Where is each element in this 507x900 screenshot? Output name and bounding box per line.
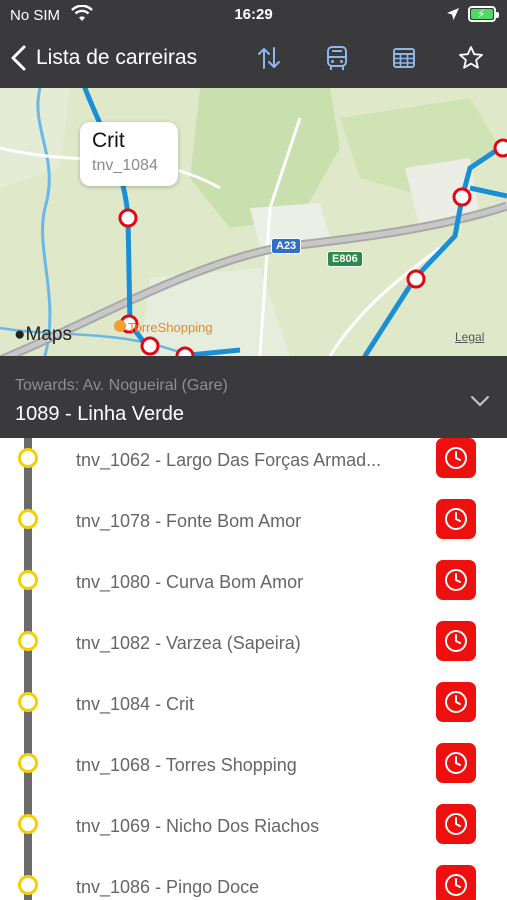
status-bar: No SIM 16:29 ⚡ <box>0 0 507 30</box>
chevron-left-icon <box>11 45 26 71</box>
sort-button[interactable] <box>255 44 283 72</box>
stop-row[interactable]: tnv_1084 - Crit <box>0 682 507 743</box>
favorite-button[interactable] <box>457 44 485 72</box>
stop-row[interactable]: tnv_1069 - Nicho Dos Riachos <box>0 804 507 865</box>
stop-row[interactable]: tnv_1082 - Varzea (Sapeira) <box>0 621 507 682</box>
stop-label: tnv_1082 - Varzea (Sapeira) <box>76 633 301 653</box>
schedule-button[interactable] <box>436 499 476 539</box>
location-arrow-icon <box>447 8 459 20</box>
schedule-button[interactable] <box>436 743 476 783</box>
stop-label: tnv_1068 - Torres Shopping <box>76 755 297 775</box>
stop-dot <box>18 631 38 651</box>
chevron-down-icon[interactable] <box>470 394 490 408</box>
stop-dot <box>18 875 38 895</box>
bus-icon <box>327 46 347 70</box>
bus-button[interactable] <box>323 44 351 72</box>
back-button-label: Lista de carreiras <box>36 46 198 69</box>
back-button[interactable]: Lista de carreiras <box>10 42 197 74</box>
stop-dot <box>18 509 38 529</box>
road-label-a23: A23 <box>271 238 302 254</box>
route-header[interactable]: Towards: Av. Nogueiral (Gare) 1089 - Lin… <box>0 356 507 438</box>
route-name: 1089 - Linha Verde <box>15 403 185 425</box>
clock-icon <box>445 813 467 835</box>
status-time: 16:29 <box>234 6 273 23</box>
stops-list[interactable]: tnv_1062 - Largo Das Forças Armad... tnv_… <box>0 438 507 900</box>
map-canvas <box>0 88 507 356</box>
clock-icon <box>445 874 467 896</box>
stop-dot <box>18 448 38 468</box>
navigation-bar: Lista de carreiras <box>0 36 507 80</box>
clock-icon <box>445 569 467 591</box>
schedule-button[interactable] <box>436 438 476 478</box>
stop-dot <box>18 692 38 712</box>
callout-subtitle: tnv_1084 <box>92 157 158 174</box>
stop-row[interactable]: tnv_1086 - Pingo Doce <box>0 865 507 900</box>
road-label-e806: E806 <box>327 251 363 267</box>
clock-icon <box>445 752 467 774</box>
schedule-button[interactable] <box>436 804 476 844</box>
clock-icon <box>445 691 467 713</box>
stop-dot <box>18 570 38 590</box>
star-icon <box>459 46 483 69</box>
sort-icon <box>258 47 280 69</box>
callout-title: Crit <box>92 129 125 152</box>
stop-row[interactable]: tnv_1068 - Torres Shopping <box>0 743 507 804</box>
stop-label: tnv_1084 - Crit <box>76 694 195 714</box>
apple-maps-logo: ●Maps <box>14 324 72 345</box>
schedule-button[interactable] <box>436 560 476 600</box>
apple-logo-icon: ● <box>14 324 26 345</box>
stop-row[interactable]: tnv_1062 - Largo Das Forças Armad... <box>0 438 507 499</box>
stop-label: tnv_1078 - Fonte Bom Amor <box>76 511 302 531</box>
top-bar: No SIM 16:29 ⚡ Lista de carreiras <box>0 0 507 88</box>
calendar-icon <box>393 48 415 68</box>
schedule-button[interactable] <box>436 682 476 722</box>
stop-row[interactable]: tnv_1080 - Curva Bom Amor <box>0 560 507 621</box>
poi-label: TorreShopping <box>128 320 213 335</box>
clock-icon <box>445 630 467 652</box>
stop-label: tnv_1069 - Nicho Dos Riachos <box>76 816 320 836</box>
route-direction: Towards: Av. Nogueiral (Gare) <box>15 377 228 394</box>
schedule-button[interactable] <box>436 621 476 661</box>
stop-label: tnv_1080 - Curva Bom Amor <box>76 572 304 592</box>
battery-icon: ⚡ <box>468 6 499 22</box>
route-map[interactable]: Crit tnv_1084 A23 E806 TorreShopping ●Ma… <box>0 88 507 356</box>
stop-dot <box>18 814 38 834</box>
calendar-button[interactable] <box>390 44 418 72</box>
stop-row[interactable]: tnv_1078 - Fonte Bom Amor <box>0 499 507 560</box>
schedule-button[interactable] <box>436 865 476 900</box>
legal-link[interactable]: Legal <box>455 330 484 344</box>
clock-icon <box>445 447 467 469</box>
stop-label: tnv_1062 - Largo Das Forças Armad... <box>76 450 382 470</box>
stop-dot <box>18 753 38 773</box>
stop-label: tnv_1086 - Pingo Doce <box>76 877 260 897</box>
clock-icon <box>445 508 467 530</box>
stop-callout[interactable]: Crit tnv_1084 <box>80 122 178 186</box>
